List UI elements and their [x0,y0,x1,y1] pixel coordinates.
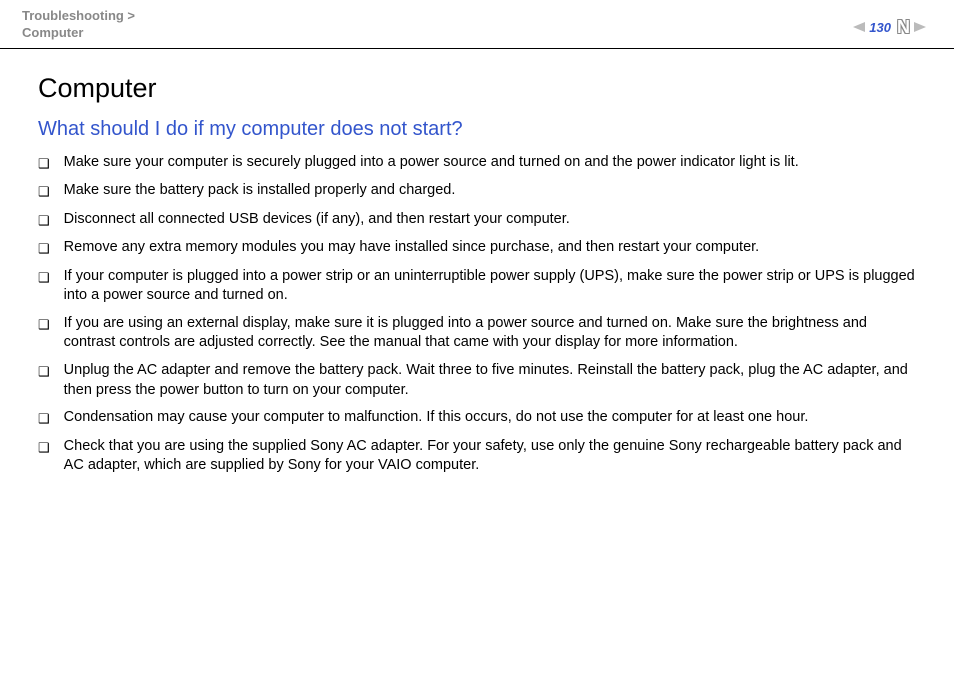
breadcrumb-line1: Troubleshooting > [22,8,135,25]
bullet-list: ❑ Make sure your computer is securely pl… [38,153,916,476]
page-content: Computer What should I do if my computer… [0,49,954,504]
bullet-icon: ❑ [38,315,50,335]
list-item: ❑ Disconnect all connected USB devices (… [38,210,916,231]
bullet-text: If your computer is plugged into a power… [64,267,916,306]
bullet-icon: ❑ [38,154,50,174]
bullet-text: Remove any extra memory modules you may … [64,238,916,258]
bullet-icon: ❑ [38,438,50,458]
bullet-icon: ❑ [38,409,50,429]
n-marker-icon: N [897,18,910,36]
bullet-text: Make sure your computer is securely plug… [64,153,916,173]
list-item: ❑ Make sure the battery pack is installe… [38,181,916,202]
prev-page-arrow-icon[interactable] [853,22,865,32]
bullet-text: Condensation may cause your computer to … [64,408,916,428]
bullet-icon: ❑ [38,182,50,202]
bullet-icon: ❑ [38,268,50,288]
bullet-icon: ❑ [38,362,50,382]
list-item: ❑ Unplug the AC adapter and remove the b… [38,361,916,400]
list-item: ❑ Make sure your computer is securely pl… [38,153,916,174]
breadcrumb: Troubleshooting > Computer [22,8,135,42]
breadcrumb-line2: Computer [22,25,135,42]
list-item: ❑ If your computer is plugged into a pow… [38,267,916,306]
list-item: ❑ Remove any extra memory modules you ma… [38,238,916,259]
list-item: ❑ If you are using an external display, … [38,314,916,353]
list-item: ❑ Check that you are using the supplied … [38,437,916,476]
bullet-text: If you are using an external display, ma… [64,314,916,353]
next-page-arrow-icon[interactable] [914,22,926,32]
section-heading: What should I do if my computer does not… [38,118,916,141]
bullet-icon: ❑ [38,211,50,231]
bullet-text: Disconnect all connected USB devices (if… [64,210,916,230]
list-item: ❑ Condensation may cause your computer t… [38,408,916,429]
page-header: Troubleshooting > Computer 130 N [0,0,954,49]
page-number: 130 [869,20,891,35]
bullet-text: Make sure the battery pack is installed … [64,181,916,201]
page-navigation: 130 N [853,18,926,36]
bullet-text: Check that you are using the supplied So… [64,437,916,476]
bullet-icon: ❑ [38,239,50,259]
page-title: Computer [38,73,916,104]
bullet-text: Unplug the AC adapter and remove the bat… [64,361,916,400]
